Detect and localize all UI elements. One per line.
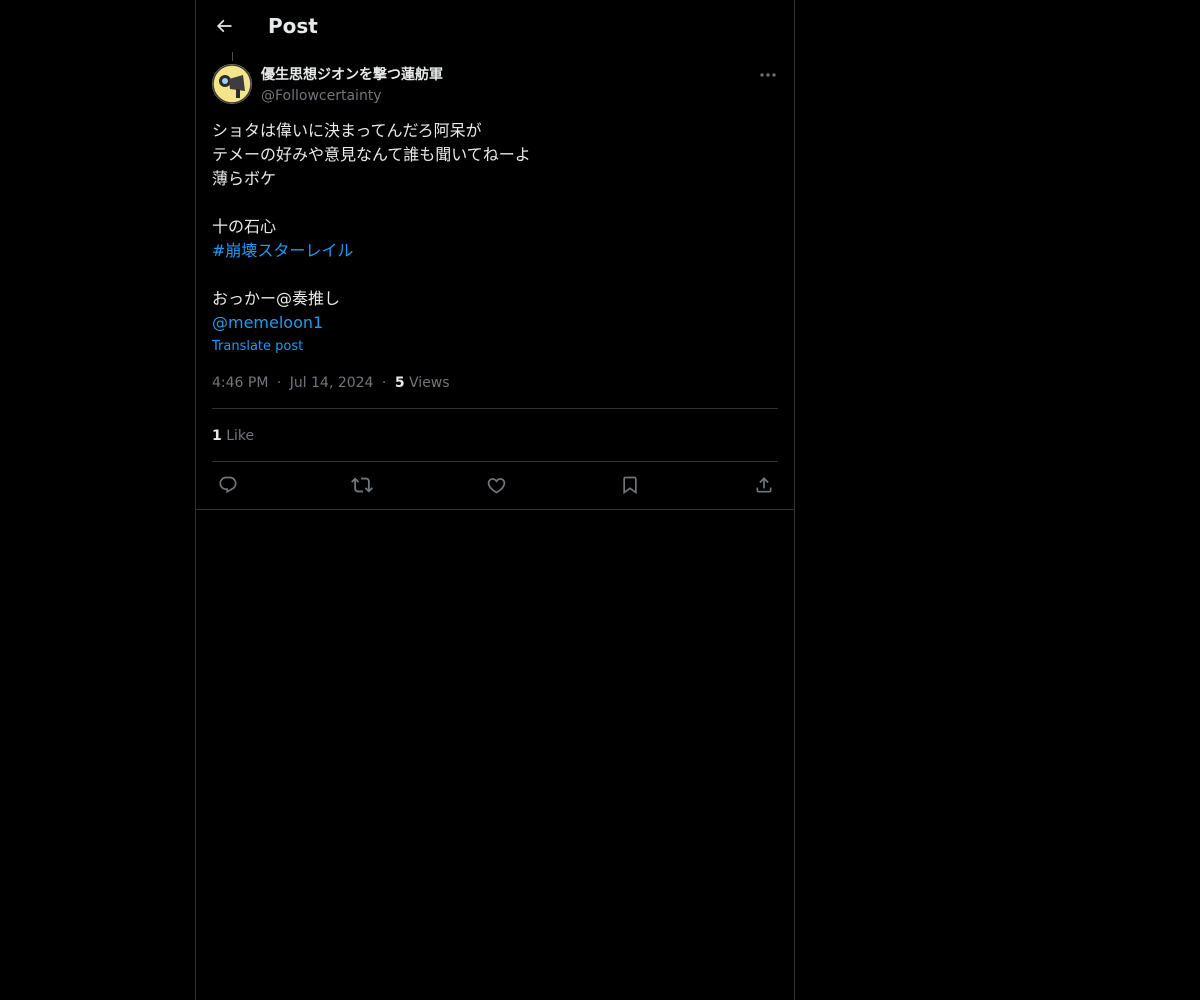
post-line: おっかー@奏推し: [212, 289, 341, 308]
page-title: Post: [268, 14, 318, 38]
likes-count: 1: [212, 428, 222, 444]
thread-connector: [232, 52, 233, 61]
post-line: ショタは偉いに決まってんだろ阿呆が: [212, 121, 482, 140]
reply-icon: [218, 475, 238, 495]
post-bottom-border: [196, 509, 794, 510]
post-date[interactable]: Jul 14, 2024: [290, 375, 374, 391]
meta-separator: ·: [381, 375, 387, 391]
author-display-name[interactable]: 優生思想ジオンを撃つ蓮舫軍: [261, 65, 443, 85]
post-line-blank: [212, 191, 778, 215]
bookmark-button[interactable]: [615, 472, 645, 498]
back-button[interactable]: [206, 8, 242, 44]
post-meta: 4:46 PM · Jul 14, 2024 · 5 Views: [212, 373, 450, 393]
avatar-image: [212, 64, 252, 104]
bookmark-icon: [620, 475, 640, 495]
repost-button[interactable]: [347, 472, 377, 498]
reply-button[interactable]: [213, 472, 243, 498]
divider: [212, 461, 778, 462]
post-time[interactable]: 4:46 PM: [212, 375, 268, 391]
more-options-button[interactable]: [754, 64, 782, 86]
post-line: 薄らボケ: [212, 169, 277, 188]
back-arrow-icon: [214, 16, 234, 36]
repost-icon: [351, 474, 373, 496]
author-handle[interactable]: @Followcertainty: [261, 86, 382, 106]
mention-link[interactable]: @memeloon1: [212, 311, 778, 335]
views-label: Views: [409, 375, 450, 391]
hashtag-link[interactable]: #崩壊スターレイル: [212, 239, 778, 263]
post-line: テメーの好みや意見なんて誰も聞いてねーよ: [212, 145, 531, 164]
more-horizontal-icon: [759, 72, 777, 78]
share-icon: [754, 475, 774, 495]
like-button[interactable]: [481, 472, 511, 498]
like-icon: [486, 475, 507, 496]
divider: [212, 408, 778, 409]
share-button[interactable]: [749, 472, 779, 498]
post-line-blank: [212, 263, 778, 287]
meta-separator: ·: [276, 375, 282, 391]
post-line: 十の石心: [212, 217, 277, 236]
post-text: ショタは偉いに決まってんだろ阿呆が テメーの好みや意見なんて誰も聞いてねーよ 薄…: [212, 119, 778, 335]
avatar[interactable]: [212, 64, 252, 104]
top-bar: Post: [196, 0, 794, 53]
likes-label: Like: [226, 428, 255, 444]
translate-post-link[interactable]: Translate post: [212, 338, 303, 356]
likes-summary[interactable]: 1 Like: [212, 426, 254, 446]
views-count: 5: [394, 375, 405, 391]
main-column: Post 優生思想ジオンを撃つ蓮舫軍 @Followcertainty ショタは…: [195, 0, 795, 1000]
